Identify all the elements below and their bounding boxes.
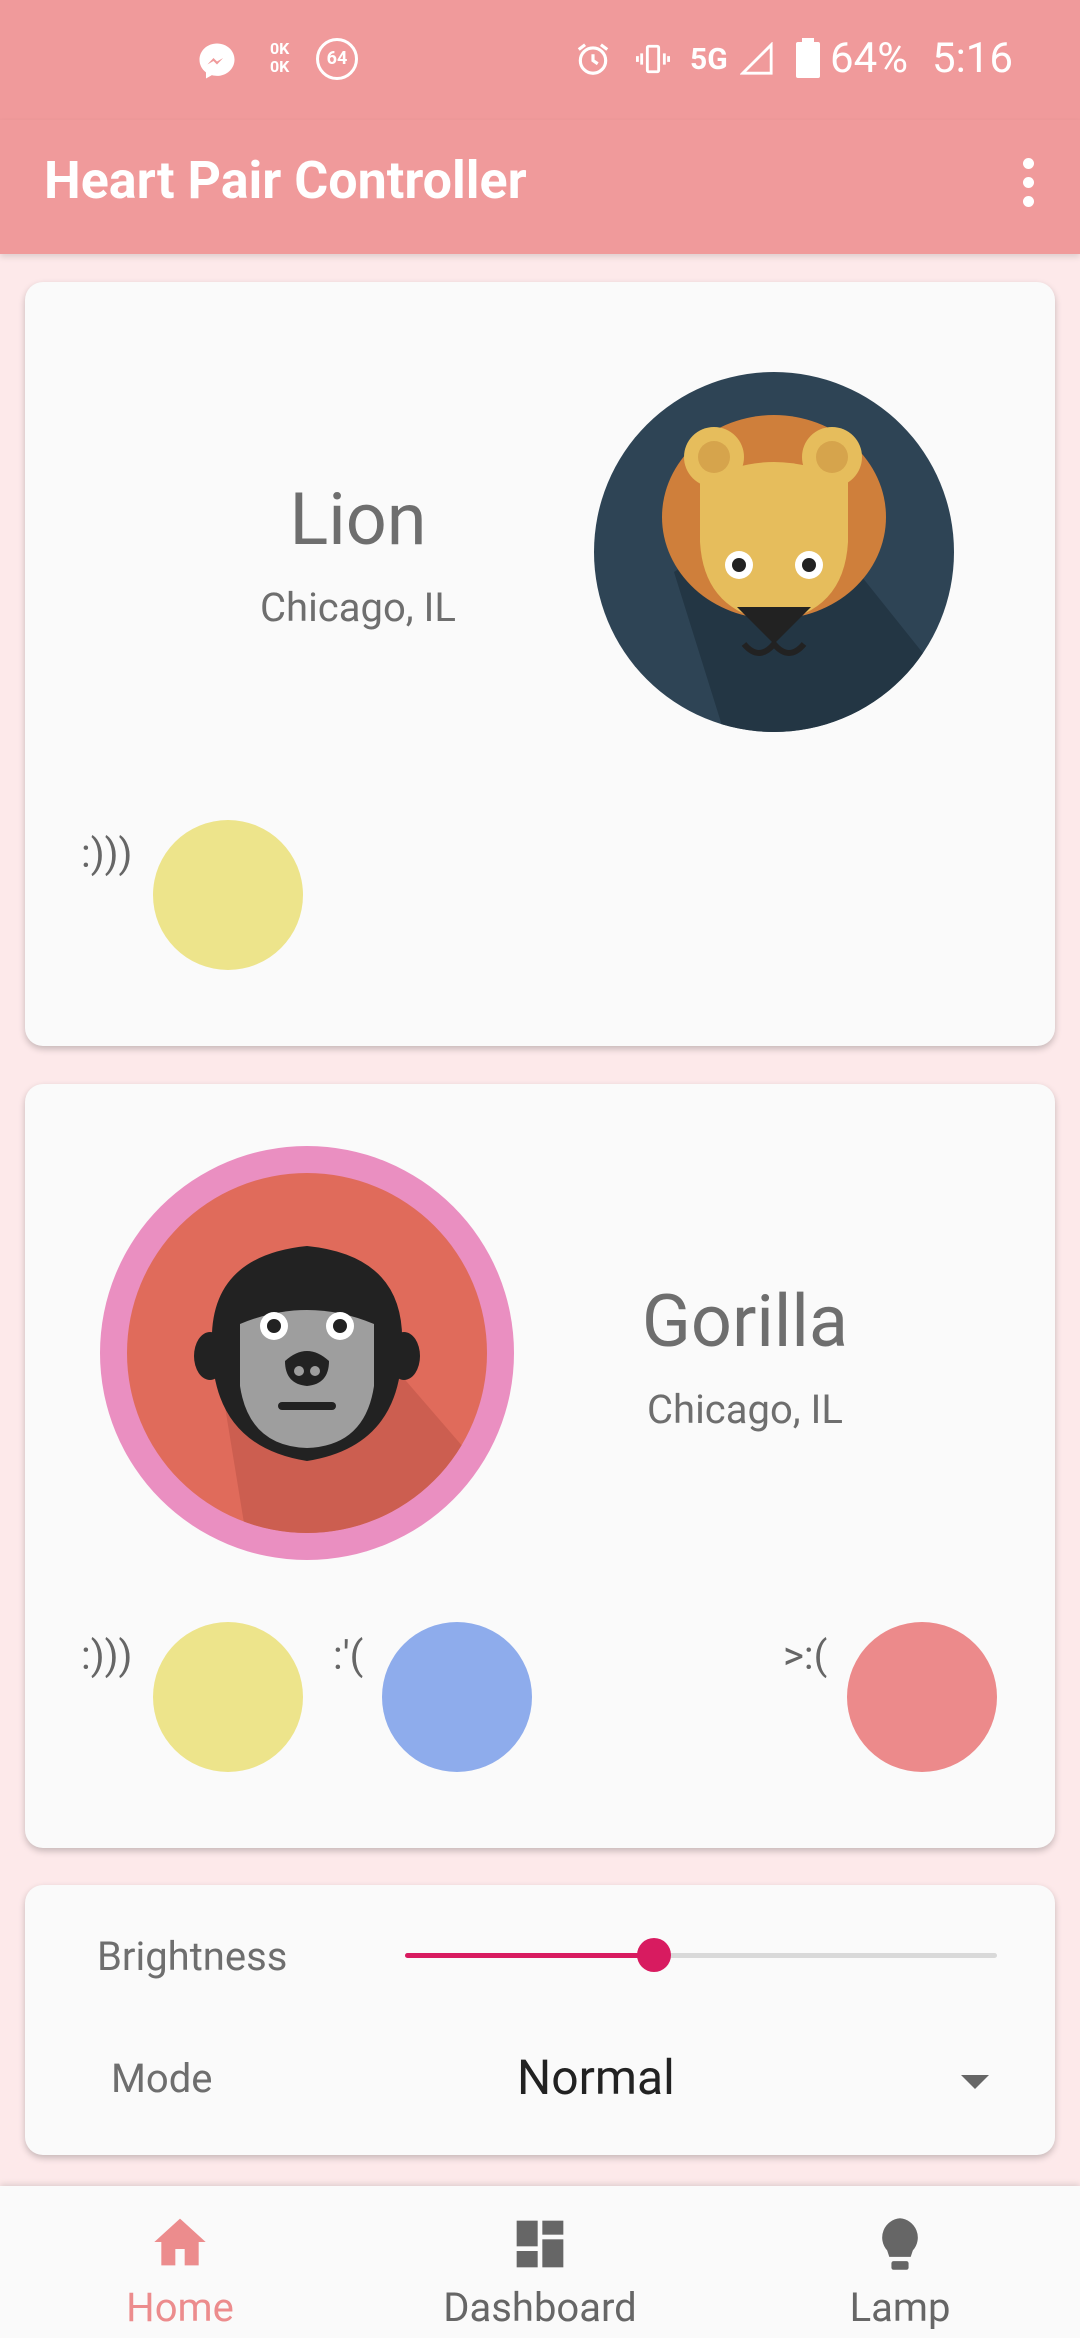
bottom-navigation: Home Dashboard Lamp [0,2186,1080,2338]
pair-card-lion[interactable]: Lion Chicago, IL :))) [25,282,1055,1046]
brightness-slider-fill [405,1953,654,1958]
data-speed-indicator: 0K 0K [270,39,290,76]
brightness-slider-thumb[interactable] [636,1938,671,1972]
status-bar: 0K 0K 64 5G 64% 5:16 [0,0,1080,120]
emote-label: :'( [333,1632,364,1679]
vibrate-icon [636,44,670,74]
dropdown-arrow-icon[interactable] [961,2075,989,2089]
emote-angry-button[interactable] [847,1622,997,1772]
controls-card: Brightness Mode Normal [25,1885,1055,2155]
pair-card-gorilla[interactable]: Gorilla Chicago, IL :))) :'( >:( [25,1084,1055,1848]
lion-avatar-icon[interactable] [594,372,954,732]
more-options-icon[interactable] [1006,150,1050,222]
battery-percent: 64% [830,34,908,83]
nav-item-home[interactable]: Home [30,2196,330,2336]
gorilla-avatar-icon[interactable] [100,1146,514,1560]
emote-label: :))) [81,830,133,877]
battery-icon [796,38,820,78]
nav-label: Home [126,2284,234,2331]
messenger-icon [199,43,235,79]
pair-name: Gorilla [641,1279,849,1364]
nav-item-dashboard[interactable]: Dashboard [390,2196,690,2336]
emote-label: :))) [81,1632,133,1679]
notification-count-icon: 64 [316,38,358,80]
nav-item-lamp[interactable]: Lamp [750,2196,1050,2336]
nav-label: Lamp [849,2284,951,2331]
network-type: 5G [690,42,728,77]
app-bar: Heart Pair Controller [0,120,1080,254]
clock: 5:16 [932,34,1013,83]
home-icon [154,2218,206,2266]
app-title: Heart Pair Controller [44,150,527,211]
mode-select[interactable]: Normal [517,2049,675,2106]
nav-label: Dashboard [443,2284,637,2331]
mode-label: Mode [111,2055,213,2102]
pair-name: Lion [289,477,427,562]
alarm-icon [577,43,609,75]
dashboard-icon [516,2220,564,2268]
emote-happy-button[interactable] [153,1622,303,1772]
emote-sad-button[interactable] [382,1622,532,1772]
emote-label: >:( [783,1632,828,1679]
brightness-slider[interactable] [405,1938,997,1972]
brightness-label: Brightness [97,1933,288,1980]
pair-location: Chicago, IL [260,584,456,631]
lamp-icon [882,2218,918,2270]
pair-location: Chicago, IL [647,1386,843,1433]
emote-happy-button[interactable] [153,820,303,970]
signal-icon [740,42,773,75]
